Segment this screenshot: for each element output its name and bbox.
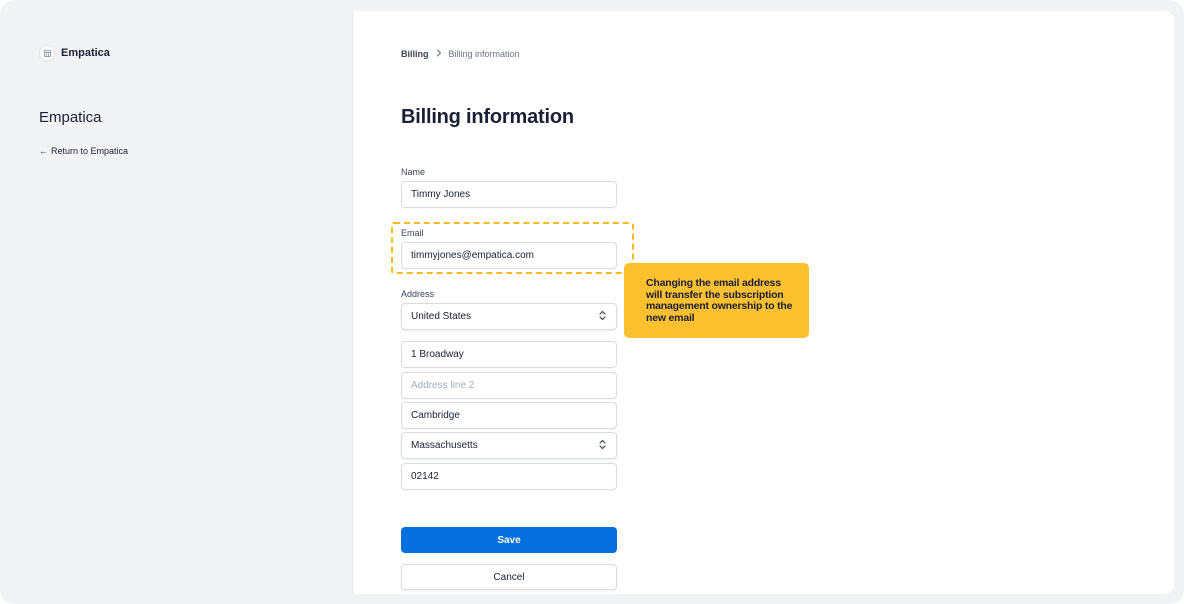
name-value: Timmy Jones bbox=[411, 189, 471, 200]
address-line2-placeholder: Address line 2 bbox=[411, 380, 475, 391]
country-select[interactable]: United States bbox=[401, 303, 617, 330]
store-icon bbox=[39, 45, 55, 61]
chevron-right-icon bbox=[435, 49, 443, 59]
return-link[interactable]: ← Return to Empatica bbox=[39, 146, 128, 156]
state-value: Massachusetts bbox=[411, 440, 478, 451]
breadcrumb: Billing Billing information bbox=[401, 49, 520, 59]
business-title: Empatica bbox=[39, 109, 102, 126]
name-label: Name bbox=[401, 167, 426, 177]
chevron-up-down-icon bbox=[598, 310, 607, 324]
brand-name: Empatica bbox=[61, 47, 110, 59]
country-value: United States bbox=[411, 311, 472, 322]
email-input[interactable]: timmyjones@empatica.com bbox=[401, 242, 617, 269]
page-title: Billing information bbox=[401, 106, 574, 128]
save-button[interactable]: Save bbox=[401, 527, 617, 553]
zip-input[interactable]: 02142 bbox=[401, 463, 617, 490]
breadcrumb-billing-information: Billing information bbox=[448, 49, 520, 59]
address-line2-input[interactable]: Address line 2 bbox=[401, 372, 617, 399]
zip-value: 02142 bbox=[411, 471, 439, 482]
name-input[interactable]: Timmy Jones bbox=[401, 181, 617, 208]
city-value: Cambridge bbox=[411, 410, 460, 421]
arrow-left-icon: ← bbox=[39, 146, 48, 156]
city-input[interactable]: Cambridge bbox=[401, 402, 617, 429]
brand: Empatica bbox=[39, 45, 110, 61]
email-label: Email bbox=[401, 228, 424, 238]
address-line1-value: 1 Broadway bbox=[411, 349, 464, 360]
return-link-label: Return to Empatica bbox=[51, 146, 129, 156]
email-value: timmyjones@empatica.com bbox=[411, 250, 534, 261]
app-frame: Empatica Empatica ← Return to Empatica B… bbox=[0, 0, 1184, 604]
email-change-callout: Changing the email address will transfer… bbox=[624, 263, 809, 338]
chevron-up-down-icon bbox=[598, 439, 607, 453]
state-select[interactable]: Massachusetts bbox=[401, 432, 617, 459]
breadcrumb-billing[interactable]: Billing bbox=[401, 49, 429, 59]
sidebar: Empatica Empatica ← Return to Empatica bbox=[0, 0, 352, 604]
cancel-button[interactable]: Cancel bbox=[401, 564, 617, 590]
address-label: Address bbox=[401, 289, 435, 299]
address-line1-input[interactable]: 1 Broadway bbox=[401, 341, 617, 368]
